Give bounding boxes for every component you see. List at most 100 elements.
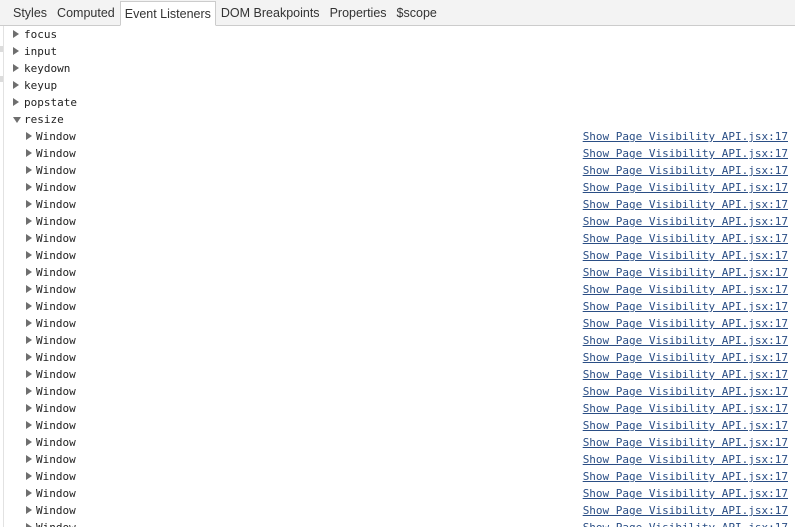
- triangle-right-icon[interactable]: [26, 302, 32, 310]
- listener-target: Window: [36, 334, 76, 347]
- triangle-right-icon[interactable]: [26, 200, 32, 208]
- tab-scope[interactable]: $scope: [392, 0, 442, 25]
- triangle-right-icon[interactable]: [26, 319, 32, 327]
- triangle-right-icon[interactable]: [26, 149, 32, 157]
- event-row-input[interactable]: input: [4, 43, 795, 60]
- listener-row[interactable]: Window Show Page Visibility API.jsx:17: [4, 247, 795, 264]
- listener-row[interactable]: Window Show Page Visibility API.jsx:17: [4, 383, 795, 400]
- triangle-right-icon[interactable]: [26, 183, 32, 191]
- triangle-right-icon[interactable]: [26, 404, 32, 412]
- source-link[interactable]: Show Page Visibility API.jsx:17: [583, 366, 788, 383]
- event-row-popstate[interactable]: popstate: [4, 94, 795, 111]
- tab-styles[interactable]: Styles: [8, 0, 52, 25]
- listener-target: Window: [36, 164, 76, 177]
- tab-dom-breakpoints[interactable]: DOM Breakpoints: [216, 0, 325, 25]
- source-link[interactable]: Show Page Visibility API.jsx:17: [583, 332, 788, 349]
- listener-target: Window: [36, 470, 76, 483]
- event-row-resize[interactable]: resize: [4, 111, 795, 128]
- listener-row[interactable]: Window Show Page Visibility API.jsx:17: [4, 264, 795, 281]
- triangle-right-icon[interactable]: [26, 268, 32, 276]
- source-link[interactable]: Show Page Visibility API.jsx:17: [583, 485, 788, 502]
- triangle-right-icon[interactable]: [26, 166, 32, 174]
- listener-row[interactable]: Window Show Page Visibility API.jsx:17: [4, 315, 795, 332]
- triangle-right-icon[interactable]: [26, 421, 32, 429]
- source-link[interactable]: Show Page Visibility API.jsx:17: [583, 315, 788, 332]
- triangle-right-icon[interactable]: [26, 353, 32, 361]
- source-link[interactable]: Show Page Visibility API.jsx:17: [583, 247, 788, 264]
- source-link[interactable]: Show Page Visibility API.jsx:17: [583, 145, 788, 162]
- source-link[interactable]: Show Page Visibility API.jsx:17: [583, 417, 788, 434]
- listener-row[interactable]: Window Show Page Visibility API.jsx:17: [4, 281, 795, 298]
- triangle-right-icon[interactable]: [26, 506, 32, 514]
- event-row-focus[interactable]: focus: [4, 26, 795, 43]
- triangle-right-icon[interactable]: [26, 489, 32, 497]
- listener-row[interactable]: Window Show Page Visibility API.jsx:17: [4, 468, 795, 485]
- triangle-right-icon[interactable]: [26, 336, 32, 344]
- source-link[interactable]: Show Page Visibility API.jsx:17: [583, 128, 788, 145]
- listener-row[interactable]: Window Show Page Visibility API.jsx:17: [4, 502, 795, 519]
- triangle-right-icon[interactable]: [26, 251, 32, 259]
- source-link[interactable]: Show Page Visibility API.jsx:17: [583, 519, 788, 527]
- event-name: resize: [24, 113, 64, 126]
- source-link[interactable]: Show Page Visibility API.jsx:17: [583, 349, 788, 366]
- listener-row[interactable]: Window Show Page Visibility API.jsx:17: [4, 145, 795, 162]
- listener-target: Window: [36, 215, 76, 228]
- source-link[interactable]: Show Page Visibility API.jsx:17: [583, 162, 788, 179]
- source-link[interactable]: Show Page Visibility API.jsx:17: [583, 298, 788, 315]
- triangle-down-icon[interactable]: [13, 117, 21, 123]
- tab-computed[interactable]: Computed: [52, 0, 120, 25]
- listener-row[interactable]: Window Show Page Visibility API.jsx:17: [4, 400, 795, 417]
- source-link[interactable]: Show Page Visibility API.jsx:17: [583, 196, 788, 213]
- source-link[interactable]: Show Page Visibility API.jsx:17: [583, 264, 788, 281]
- listener-row[interactable]: Window Show Page Visibility API.jsx:17: [4, 519, 795, 527]
- triangle-right-icon[interactable]: [13, 64, 19, 72]
- triangle-right-icon[interactable]: [26, 370, 32, 378]
- listener-row[interactable]: Window Show Page Visibility API.jsx:17: [4, 451, 795, 468]
- source-link[interactable]: Show Page Visibility API.jsx:17: [583, 400, 788, 417]
- source-link[interactable]: Show Page Visibility API.jsx:17: [583, 179, 788, 196]
- triangle-right-icon[interactable]: [26, 234, 32, 242]
- listener-row[interactable]: Window Show Page Visibility API.jsx:17: [4, 366, 795, 383]
- listener-row[interactable]: Window Show Page Visibility API.jsx:17: [4, 196, 795, 213]
- triangle-right-icon[interactable]: [13, 30, 19, 38]
- triangle-right-icon[interactable]: [26, 455, 32, 463]
- listener-row[interactable]: Window Show Page Visibility API.jsx:17: [4, 332, 795, 349]
- event-row-keydown[interactable]: keydown: [4, 60, 795, 77]
- listener-row[interactable]: Window Show Page Visibility API.jsx:17: [4, 417, 795, 434]
- triangle-right-icon[interactable]: [26, 132, 32, 140]
- source-link[interactable]: Show Page Visibility API.jsx:17: [583, 281, 788, 298]
- source-link[interactable]: Show Page Visibility API.jsx:17: [583, 451, 788, 468]
- triangle-right-icon[interactable]: [13, 47, 19, 55]
- triangle-right-icon[interactable]: [26, 438, 32, 446]
- triangle-right-icon[interactable]: [26, 472, 32, 480]
- listener-target: Window: [36, 300, 76, 313]
- listener-row[interactable]: Window Show Page Visibility API.jsx:17: [4, 128, 795, 145]
- source-link[interactable]: Show Page Visibility API.jsx:17: [583, 502, 788, 519]
- listener-row[interactable]: Window Show Page Visibility API.jsx:17: [4, 298, 795, 315]
- listener-row[interactable]: Window Show Page Visibility API.jsx:17: [4, 179, 795, 196]
- tab-properties[interactable]: Properties: [325, 0, 392, 25]
- gutter-mark: [0, 46, 3, 52]
- triangle-right-icon[interactable]: [26, 387, 32, 395]
- listener-target: Window: [36, 402, 76, 415]
- triangle-right-icon[interactable]: [26, 217, 32, 225]
- listener-row[interactable]: Window Show Page Visibility API.jsx:17: [4, 485, 795, 502]
- source-link[interactable]: Show Page Visibility API.jsx:17: [583, 213, 788, 230]
- triangle-right-icon[interactable]: [26, 523, 32, 527]
- triangle-right-icon[interactable]: [13, 81, 19, 89]
- source-link[interactable]: Show Page Visibility API.jsx:17: [583, 468, 788, 485]
- listener-row[interactable]: Window Show Page Visibility API.jsx:17: [4, 213, 795, 230]
- source-link[interactable]: Show Page Visibility API.jsx:17: [583, 434, 788, 451]
- event-row-keyup[interactable]: keyup: [4, 77, 795, 94]
- tab-event-listeners[interactable]: Event Listeners: [119, 1, 216, 26]
- event-name: input: [24, 45, 58, 58]
- listener-row[interactable]: Window Show Page Visibility API.jsx:17: [4, 434, 795, 451]
- listener-row[interactable]: Window Show Page Visibility API.jsx:17: [4, 230, 795, 247]
- listener-row[interactable]: Window Show Page Visibility API.jsx:17: [4, 162, 795, 179]
- triangle-right-icon[interactable]: [13, 98, 19, 106]
- triangle-right-icon[interactable]: [26, 285, 32, 293]
- source-link[interactable]: Show Page Visibility API.jsx:17: [583, 230, 788, 247]
- listener-row[interactable]: Window Show Page Visibility API.jsx:17: [4, 349, 795, 366]
- event-name: keydown: [24, 62, 71, 75]
- source-link[interactable]: Show Page Visibility API.jsx:17: [583, 383, 788, 400]
